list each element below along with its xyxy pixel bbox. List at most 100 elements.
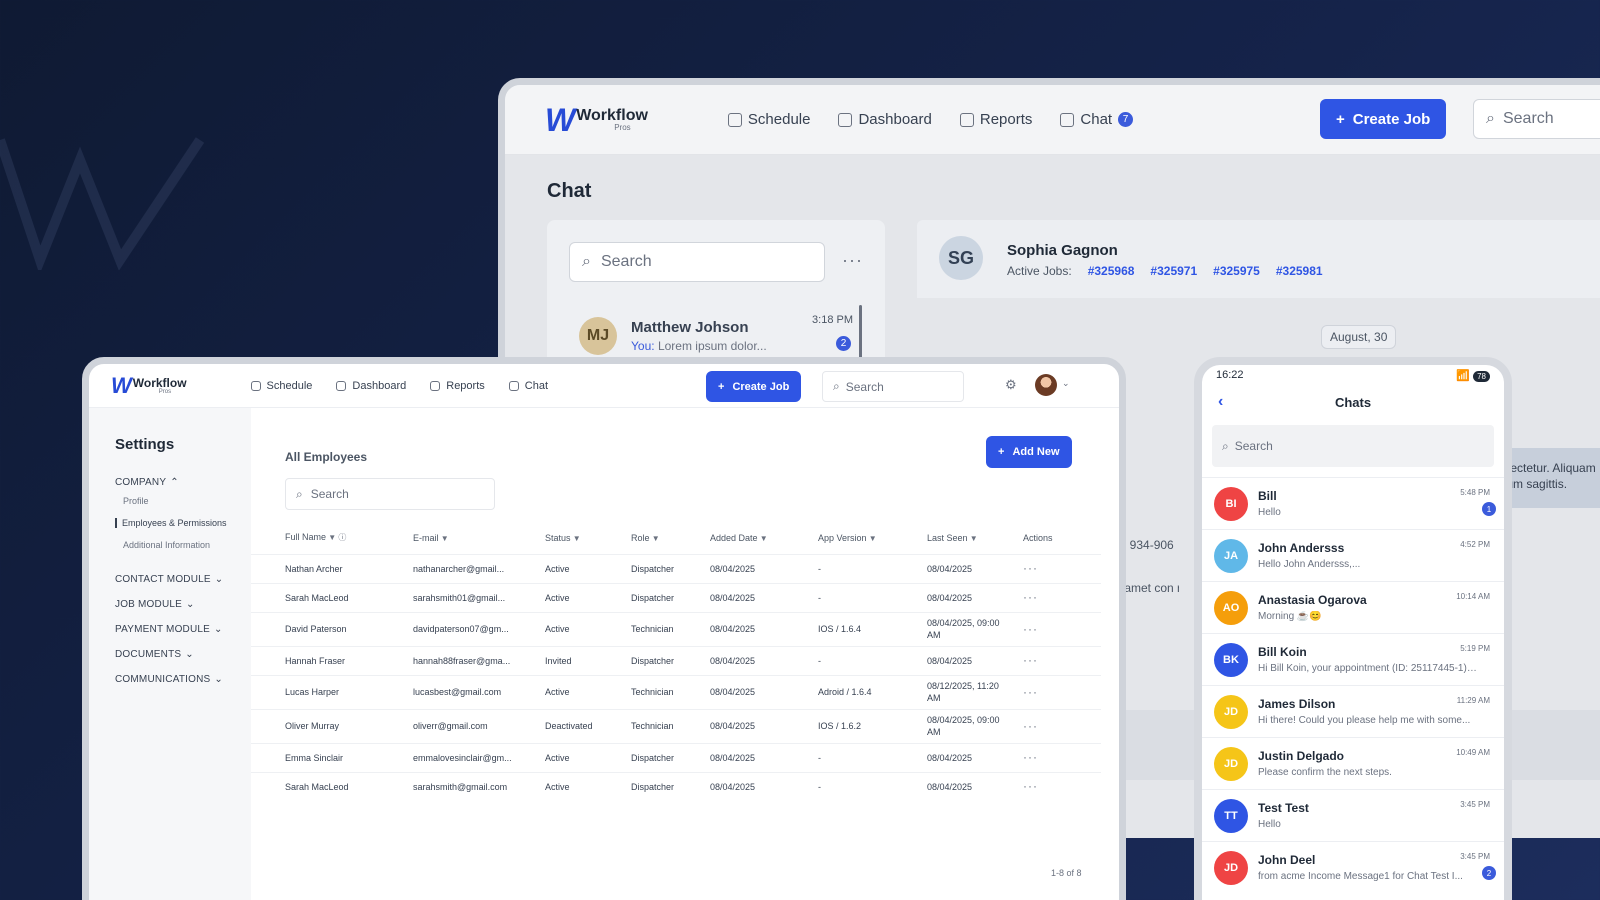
- create-job-button[interactable]: + Create Job: [1320, 99, 1447, 139]
- table-cell: Sarah MacLeod: [251, 582, 413, 612]
- nav-chat[interactable]: Chat 7: [1060, 111, 1134, 128]
- sidebar-item-additional-information[interactable]: Additional Information: [123, 540, 251, 550]
- table-cell: 08/04/2025: [927, 553, 1023, 583]
- document-icon: [430, 380, 441, 391]
- back-arrow-icon[interactable]: ‹: [1218, 393, 1223, 411]
- column-header-label: Full Name: [285, 532, 327, 543]
- mobile-search-input[interactable]: ⌕ Search: [1212, 425, 1494, 467]
- chats-title: Chats: [1334, 394, 1372, 410]
- add-new-label: Add New: [1012, 446, 1060, 458]
- job-link[interactable]: #325971: [1150, 264, 1197, 278]
- table-cell: -: [818, 742, 927, 772]
- scrollbar[interactable]: [859, 305, 862, 365]
- filter-icon[interactable]: ▼: [650, 534, 660, 543]
- more-options-icon[interactable]: ···: [842, 250, 863, 271]
- column-header[interactable]: Last Seen ▼: [927, 522, 1023, 554]
- column-header[interactable]: Full Name ▼ ⓘ: [251, 522, 413, 554]
- row-actions-icon[interactable]: ···: [1023, 779, 1038, 793]
- nav-schedule[interactable]: Schedule: [250, 380, 312, 392]
- table-row[interactable]: Sarah MacLeod sarahsmith01@gmail... Active…: [251, 582, 1101, 612]
- chat-contact-name: Anastasia Ogarova: [1258, 593, 1367, 607]
- chat-list-item[interactable]: BI Bill Hello 5:48 PM 1: [1202, 477, 1504, 529]
- chat-list-item[interactable]: TT Test Test Hello 3:45 PM: [1202, 789, 1504, 841]
- column-header[interactable]: Role ▼: [631, 522, 710, 554]
- create-job-button[interactable]: + Create Job: [706, 371, 802, 402]
- nav-reports[interactable]: Reports: [959, 111, 1032, 128]
- filter-icon[interactable]: ▼: [439, 534, 449, 543]
- sidebar-group-job[interactable]: JOB MODULE ⌄: [115, 599, 251, 610]
- unread-badge: 2: [836, 336, 851, 351]
- table-row[interactable]: Oliver Murray oliverr@gmail.com Deactivate…: [251, 708, 1101, 743]
- global-search-input[interactable]: ⌕ Search: [1473, 99, 1600, 139]
- job-link[interactable]: #325981: [1276, 264, 1323, 278]
- user-avatar[interactable]: [1035, 374, 1057, 396]
- global-search-input[interactable]: ⌕ Search: [822, 371, 964, 402]
- chat-search-input[interactable]: ⌕ Search: [569, 242, 825, 282]
- row-actions-icon[interactable]: ···: [1023, 750, 1038, 764]
- row-actions-icon[interactable]: ···: [1023, 653, 1038, 667]
- filter-icon[interactable]: ▼: [326, 533, 336, 542]
- search-icon: ⌕: [296, 486, 303, 501]
- settings-window: W Workflow Pros Schedule Dashboard Report…: [82, 357, 1126, 900]
- table-row[interactable]: Emma Sinclair emmalovesinclair@gm... Activ…: [251, 742, 1101, 772]
- nav-chat-label: Chat: [524, 379, 549, 392]
- chat-list-item[interactable]: JD John Deel from acme Income Message1 for…: [1202, 841, 1504, 893]
- column-header[interactable]: E-mail ▼: [413, 522, 545, 554]
- table-row[interactable]: Lucas Harper lucasbest@gmail.com Active Tec…: [251, 674, 1101, 709]
- brand-logo[interactable]: W Workflow Pros: [545, 104, 648, 136]
- job-link[interactable]: #325968: [1088, 264, 1135, 278]
- sidebar-group-contact[interactable]: CONTACT MODULE ⌄: [115, 574, 251, 585]
- filter-icon[interactable]: ▼: [867, 534, 877, 543]
- chat-list-item[interactable]: JD Justin Delgado Please confirm the next …: [1202, 737, 1504, 789]
- column-header[interactable]: Status ▼: [545, 522, 631, 554]
- row-actions-icon[interactable]: ···: [1023, 685, 1038, 699]
- table-row[interactable]: Sarah MacLeod sarahsmith@gmail.com Active D…: [251, 771, 1101, 801]
- filter-icon[interactable]: ▼: [758, 534, 768, 543]
- brand-logo[interactable]: W Workflow Pros: [111, 374, 187, 397]
- column-header[interactable]: App Version ▼: [818, 522, 927, 554]
- date-divider: August, 30: [1321, 325, 1397, 349]
- table-row[interactable]: David Paterson davidpaterson07@gm... Activ…: [251, 611, 1101, 646]
- chat-time: 10:14 AM: [1456, 592, 1490, 601]
- chat-time: 5:48 PM: [1460, 488, 1490, 497]
- row-actions-icon[interactable]: ···: [1023, 719, 1038, 733]
- sidebar-group-company[interactable]: COMPANY ⌃: [115, 477, 251, 488]
- filter-icon[interactable]: ▼: [571, 534, 581, 543]
- nav-dashboard[interactable]: Dashboard: [336, 380, 406, 392]
- gear-icon[interactable]: ⚙: [1005, 377, 1017, 393]
- chat-list-item[interactable]: AO Anastasia Ogarova Morning ☕😊 10:14 AM: [1202, 581, 1504, 633]
- create-job-label: Create Job: [732, 380, 790, 393]
- sidebar-group-payment[interactable]: PAYMENT MODULE ⌄: [115, 624, 251, 635]
- sidebar-item-profile[interactable]: Profile: [123, 496, 251, 506]
- nav-reports[interactable]: Reports: [430, 380, 485, 392]
- job-link[interactable]: #325975: [1213, 264, 1260, 278]
- row-actions-icon[interactable]: ···: [1023, 561, 1038, 575]
- add-new-button[interactable]: + Add New: [986, 436, 1072, 468]
- column-header[interactable]: Actions: [1023, 522, 1101, 554]
- table-cell: 08/12/2025, 11:20 AM: [927, 674, 1023, 709]
- chat-contact-name: Bill Koin: [1258, 645, 1307, 659]
- table-row[interactable]: Nathan Archer nathanarcher@gmail... Active…: [251, 553, 1101, 583]
- row-actions-icon[interactable]: ···: [1023, 622, 1038, 636]
- sidebar-group-communications[interactable]: COMMUNICATIONS ⌄: [115, 674, 251, 685]
- pagination-info: 1-8 of 8: [1051, 868, 1082, 878]
- chevron-down-icon[interactable]: ⌄: [1062, 378, 1070, 389]
- chat-list-item[interactable]: JA John Andersss Hello John Andersss,... 4:…: [1202, 529, 1504, 581]
- table-row[interactable]: Hannah Fraser hannah88fraser@gma... Invite…: [251, 645, 1101, 675]
- table-cell: Lucas Harper: [251, 674, 413, 709]
- employees-panel: All Employees + Add New ⌕ Search Full Name…: [251, 408, 1119, 900]
- nav-dashboard[interactable]: Dashboard: [838, 111, 932, 128]
- sidebar-item-employees[interactable]: Employees & Permissions: [115, 518, 251, 528]
- chat-list-item[interactable]: JD James Dilson Hi there! Could you please…: [1202, 685, 1504, 737]
- nav-chat[interactable]: Chat: [508, 379, 549, 392]
- table-cell: 08/04/2025: [710, 708, 818, 743]
- row-actions-icon[interactable]: ···: [1023, 590, 1038, 604]
- search-icon: ⌕: [833, 379, 840, 393]
- nav-schedule[interactable]: Schedule: [727, 111, 810, 128]
- chat-list-item[interactable]: BK Bill Koin Hi Bill Koin, your appointmen…: [1202, 633, 1504, 685]
- employee-search-input[interactable]: ⌕ Search: [285, 478, 495, 510]
- sidebar-group-documents[interactable]: DOCUMENTS ⌄: [115, 649, 251, 660]
- filter-icon[interactable]: ▼: [968, 534, 978, 543]
- sort-icon[interactable]: ⓘ: [336, 533, 346, 542]
- column-header[interactable]: Added Date ▼: [710, 522, 818, 554]
